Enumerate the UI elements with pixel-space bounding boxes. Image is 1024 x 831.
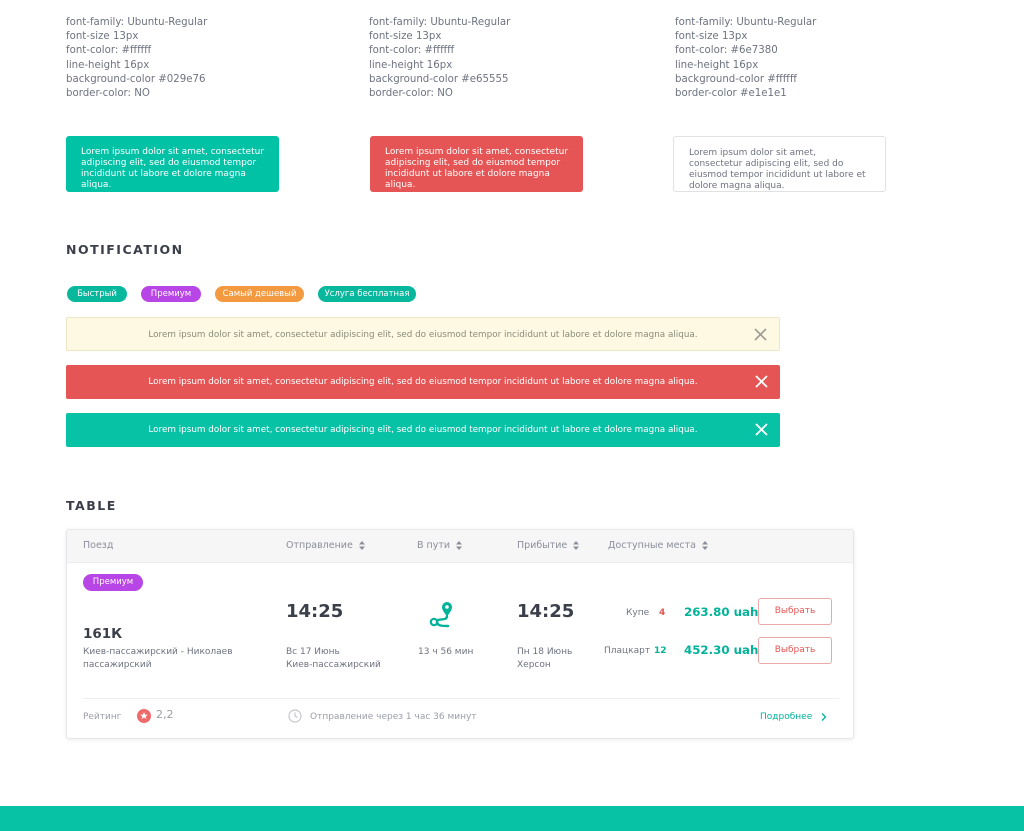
spec-line: line-height 16px <box>369 59 453 71</box>
train-table-card: Поезд Отправление В пути Прибытие Доступ… <box>66 529 854 739</box>
spec-line: background-color #029e76 <box>66 73 206 85</box>
route-line: Киев-пассажирский - Николаев <box>83 647 233 657</box>
departure-date: Вс 17 Июнь <box>286 647 340 657</box>
spec-line: font-family: Ubuntu-Regular <box>66 17 208 28</box>
sort-icon <box>702 541 709 550</box>
close-icon[interactable] <box>755 375 768 388</box>
row-divider <box>83 698 839 699</box>
notification-text: Lorem ipsum dolor sit amet, consectetur … <box>148 330 698 340</box>
seat-count-kupe: 4 <box>659 608 666 618</box>
train-number: 161К <box>83 626 123 642</box>
sort-icon <box>573 541 580 550</box>
class-name-platskart: Плацкарт <box>604 646 651 656</box>
spec-line: border-color #e1e1e1 <box>675 88 787 100</box>
spec-line: font-color: #6e7380 <box>675 45 778 57</box>
spec-line: font-size 13px <box>66 31 139 43</box>
spec-block-teal: font-family: Ubuntu-Regular font-size 13… <box>66 16 207 101</box>
spec-block-white: font-family: Ubuntu-Regular font-size 13… <box>675 16 816 101</box>
notification-text: Lorem ipsum dolor sit amet, consectetur … <box>148 425 698 435</box>
spec-line: font-family: Ubuntu-Regular <box>369 17 511 28</box>
route: Киев-пассажирский - Николаев пассажирски… <box>83 646 233 671</box>
departure-time: 14:25 <box>286 601 344 622</box>
arrival-info: Пн 18 Июнь Херсон <box>517 646 572 671</box>
header-arrival-label: Прибытие <box>517 540 568 551</box>
tag-free-service[interactable]: Услуга бесплатная <box>318 286 416 302</box>
header-in-transit-label: В пути <box>417 540 451 551</box>
details-link-label: Подробнее <box>760 712 813 722</box>
spec-line: border-color: NO <box>369 88 453 100</box>
route-icon <box>429 602 452 628</box>
spec-line: line-height 16px <box>66 59 150 71</box>
footer-bar <box>0 806 1024 831</box>
spec-line: font-color: #ffffff <box>369 45 455 57</box>
spec-line: font-size 13px <box>369 31 442 43</box>
rating-value: 2,2 <box>156 708 174 721</box>
tag-cheapest[interactable]: Самый дешевый <box>215 286 304 302</box>
table-header: Поезд Отправление В пути Прибытие Доступ… <box>67 530 853 563</box>
header-seats-label: Доступные места <box>608 540 696 551</box>
select-button-kupe[interactable]: Выбрать <box>758 598 832 625</box>
tag-premium[interactable]: Премиум <box>141 286 201 302</box>
notification-bar-error: Lorem ipsum dolor sit amet, consectetur … <box>66 365 780 399</box>
arrival-time: 14:25 <box>517 601 575 622</box>
notification-bar-success: Lorem ipsum dolor sit amet, consectetur … <box>66 413 780 447</box>
notification-text: Lorem ipsum dolor sit amet, consectetur … <box>148 377 698 387</box>
header-arrival[interactable]: Прибытие <box>517 540 580 551</box>
header-departure-label: Отправление <box>286 540 353 551</box>
arrival-station: Херсон <box>517 659 551 670</box>
notification-bar-info: Lorem ipsum dolor sit amet, consectetur … <box>66 317 780 351</box>
duration: 13 ч 56 мин <box>418 647 474 657</box>
departure-countdown: Отправление через 1 час 36 минут <box>310 712 477 722</box>
sample-box-teal: Lorem ipsum dolor sit amet, consectetur … <box>66 136 279 192</box>
header-in-transit[interactable]: В пути <box>417 540 463 551</box>
table-title: TABLE <box>66 498 117 513</box>
header-train: Поезд <box>83 540 114 551</box>
header-departure[interactable]: Отправление <box>286 540 365 551</box>
sample-box-white: Lorem ipsum dolor sit amet, consectetur … <box>673 136 886 192</box>
clock-icon <box>288 709 302 723</box>
select-button-platskart[interactable]: Выбрать <box>758 637 832 664</box>
spec-line: font-size 13px <box>675 31 748 43</box>
spec-line: background-color #ffffff <box>675 73 797 85</box>
departure-info: Вс 17 Июнь Киев-пассажирский <box>286 646 381 671</box>
route-line: пассажирский <box>83 659 152 670</box>
spec-line: background-color #e65555 <box>369 73 509 85</box>
sort-icon <box>358 541 365 550</box>
class-name-kupe: Купе <box>626 608 650 618</box>
seat-count-platskart: 12 <box>654 646 667 656</box>
price-platskart: 452.30 uah <box>684 643 759 657</box>
tag-fast[interactable]: Быстрый <box>67 286 127 302</box>
premium-badge: Премиум <box>83 574 143 591</box>
header-seats[interactable]: Доступные места <box>608 540 709 551</box>
chevron-right-icon <box>821 712 827 721</box>
details-link[interactable]: Подробнее <box>760 711 827 724</box>
spec-block-red: font-family: Ubuntu-Regular font-size 13… <box>369 16 510 101</box>
spec-line: font-family: Ubuntu-Regular <box>675 17 817 28</box>
departure-station: Киев-пассажирский <box>286 659 381 670</box>
rating-label: Рейтинг <box>83 712 122 722</box>
price-kupe: 263.80 uah <box>684 605 759 619</box>
close-icon[interactable] <box>754 328 767 341</box>
close-icon[interactable] <box>755 423 768 436</box>
star-icon <box>137 709 151 723</box>
arrival-date: Пн 18 Июнь <box>517 647 573 657</box>
notification-title: NOTIFICATION <box>66 242 184 257</box>
spec-line: line-height 16px <box>675 59 759 71</box>
sort-icon <box>456 541 463 550</box>
spec-line: border-color: NO <box>66 88 150 100</box>
sample-box-red: Lorem ipsum dolor sit amet, consectetur … <box>370 136 583 192</box>
spec-line: font-color: #ffffff <box>66 45 152 57</box>
